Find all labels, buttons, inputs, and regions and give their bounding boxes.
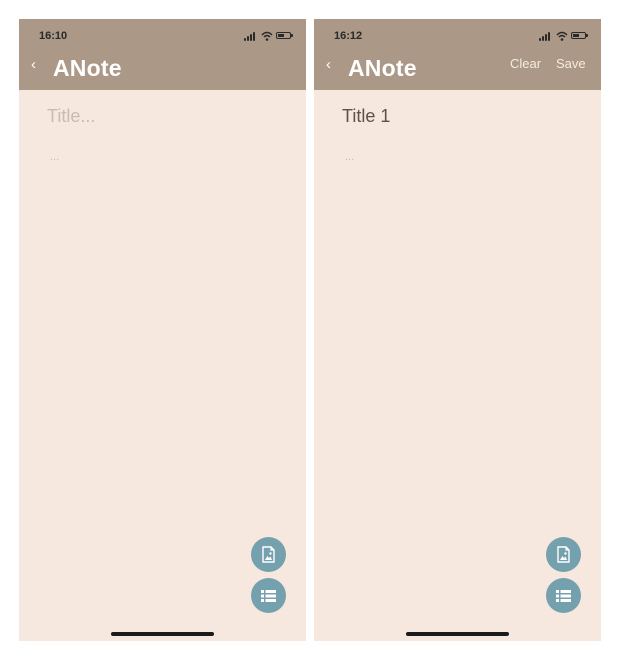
title-input[interactable]: Title 1 <box>342 106 390 127</box>
cellular-signal-icon <box>539 31 553 41</box>
chevron-left-icon[interactable]: ‹ <box>326 57 340 73</box>
image-file-icon <box>557 546 570 563</box>
note-body-input[interactable]: ... <box>345 151 354 163</box>
battery-icon <box>571 32 588 39</box>
add-checklist-button[interactable] <box>546 578 581 613</box>
list-icon <box>261 590 276 602</box>
cellular-signal-icon <box>244 31 258 41</box>
add-checklist-button[interactable] <box>251 578 286 613</box>
add-image-button[interactable] <box>251 537 286 572</box>
phone-screen-edit-note: 16:12 ‹ ANote Clear Save Title 1 ... <box>314 19 601 641</box>
battery-icon <box>276 32 293 39</box>
wifi-icon <box>556 31 568 41</box>
wifi-icon <box>261 31 273 41</box>
home-indicator[interactable] <box>111 632 214 636</box>
phone-screen-new-note: 16:10 ‹ ANote Title... ... <box>19 19 306 641</box>
status-time: 16:12 <box>334 30 363 42</box>
status-icons <box>539 31 589 41</box>
save-button[interactable]: Save <box>556 56 586 71</box>
app-title: ANote <box>348 55 417 81</box>
title-input[interactable]: Title... <box>47 106 95 127</box>
navigation-header: 16:10 ‹ ANote <box>19 19 306 90</box>
add-image-button[interactable] <box>546 537 581 572</box>
app-title: ANote <box>53 55 122 81</box>
chevron-left-icon[interactable]: ‹ <box>31 57 45 73</box>
list-icon <box>556 590 571 602</box>
note-body-input[interactable]: ... <box>50 151 59 163</box>
status-time: 16:10 <box>39 30 68 42</box>
clear-button[interactable]: Clear <box>510 56 541 71</box>
status-icons <box>244 31 294 41</box>
image-file-icon <box>262 546 275 563</box>
navigation-header: 16:12 ‹ ANote Clear Save <box>314 19 601 90</box>
home-indicator[interactable] <box>406 632 509 636</box>
